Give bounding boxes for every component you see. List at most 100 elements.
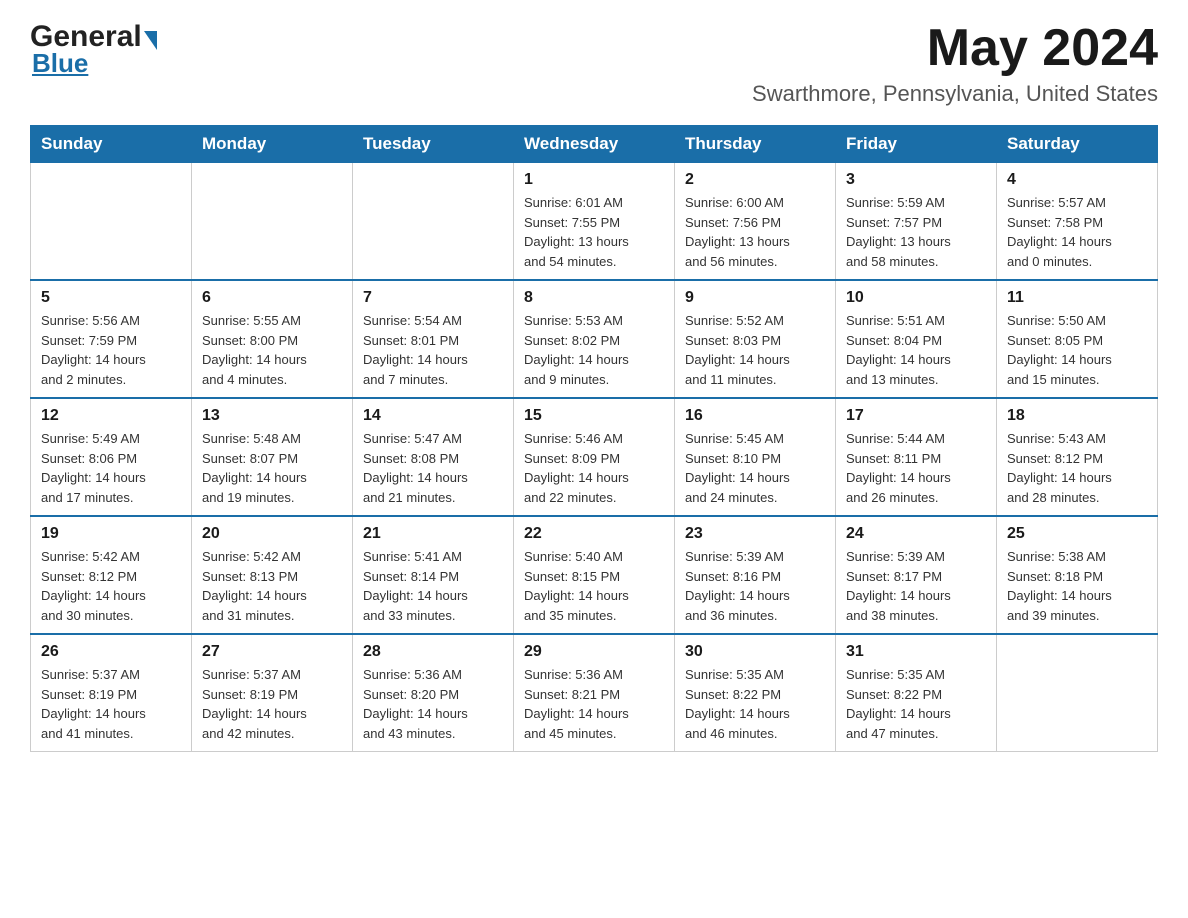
day-info: Sunrise: 5:35 AM Sunset: 8:22 PM Dayligh… [685,665,825,743]
calendar-cell: 1 Sunrise: 6:01 AM Sunset: 7:55 PM Daylig… [514,163,675,281]
calendar-cell: 26 Sunrise: 5:37 AM Sunset: 8:19 PM Dayli… [31,634,192,752]
calendar-cell: 10 Sunrise: 5:51 AM Sunset: 8:04 PM Dayli… [836,280,997,398]
weekday-header-saturday: Saturday [997,126,1158,163]
calendar-cell [997,634,1158,752]
calendar-cell: 15 Sunrise: 5:46 AM Sunset: 8:09 PM Dayli… [514,398,675,516]
day-info: Sunrise: 5:37 AM Sunset: 8:19 PM Dayligh… [202,665,342,743]
weekday-header-thursday: Thursday [675,126,836,163]
calendar-cell: 17 Sunrise: 5:44 AM Sunset: 8:11 PM Dayli… [836,398,997,516]
calendar-cell: 7Sunrise: 5:54 AM Sunset: 8:01 PM Daylig… [353,280,514,398]
day-number: 28 [363,643,503,661]
calendar-cell: 14Sunrise: 5:47 AM Sunset: 8:08 PM Dayli… [353,398,514,516]
day-number: 26 [41,643,181,661]
calendar-week-row: 1 Sunrise: 6:01 AM Sunset: 7:55 PM Daylig… [31,163,1158,281]
day-number: 7 [363,289,503,307]
day-number: 8 [524,289,664,307]
calendar-week-row: 5Sunrise: 5:56 AM Sunset: 7:59 PM Daylig… [31,280,1158,398]
day-number: 2 [685,171,825,189]
day-info: Sunrise: 6:00 AM Sunset: 7:56 PM Dayligh… [685,193,825,271]
day-info: Sunrise: 5:53 AM Sunset: 8:02 PM Dayligh… [524,311,664,389]
day-number: 15 [524,407,664,425]
calendar-cell: 2 Sunrise: 6:00 AM Sunset: 7:56 PM Daylig… [675,163,836,281]
day-number: 1 [524,171,664,189]
calendar-cell: 4 Sunrise: 5:57 AM Sunset: 7:58 PM Daylig… [997,163,1158,281]
calendar-cell: 29Sunrise: 5:36 AM Sunset: 8:21 PM Dayli… [514,634,675,752]
day-info: Sunrise: 5:44 AM Sunset: 8:11 PM Dayligh… [846,429,986,507]
calendar-cell: 18Sunrise: 5:43 AM Sunset: 8:12 PM Dayli… [997,398,1158,516]
calendar-cell: 19Sunrise: 5:42 AM Sunset: 8:12 PM Dayli… [31,516,192,634]
day-number: 20 [202,525,342,543]
logo: General Blue [30,20,159,79]
calendar-cell: 30 Sunrise: 5:35 AM Sunset: 8:22 PM Dayli… [675,634,836,752]
calendar-cell: 12Sunrise: 5:49 AM Sunset: 8:06 PM Dayli… [31,398,192,516]
location-subtitle: Swarthmore, Pennsylvania, United States [752,81,1158,107]
day-number: 30 [685,643,825,661]
day-number: 5 [41,289,181,307]
day-number: 27 [202,643,342,661]
day-number: 22 [524,525,664,543]
day-info: Sunrise: 5:45 AM Sunset: 8:10 PM Dayligh… [685,429,825,507]
calendar-cell: 23Sunrise: 5:39 AM Sunset: 8:16 PM Dayli… [675,516,836,634]
day-info: Sunrise: 5:39 AM Sunset: 8:16 PM Dayligh… [685,547,825,625]
calendar-cell: 8 Sunrise: 5:53 AM Sunset: 8:02 PM Daylig… [514,280,675,398]
day-info: Sunrise: 5:41 AM Sunset: 8:14 PM Dayligh… [363,547,503,625]
day-info: Sunrise: 5:40 AM Sunset: 8:15 PM Dayligh… [524,547,664,625]
calendar-cell: 20 Sunrise: 5:42 AM Sunset: 8:13 PM Dayli… [192,516,353,634]
calendar-cell [31,163,192,281]
day-number: 14 [363,407,503,425]
day-number: 16 [685,407,825,425]
calendar-week-row: 19Sunrise: 5:42 AM Sunset: 8:12 PM Dayli… [31,516,1158,634]
logo-blue-text: Blue [32,48,88,78]
day-number: 13 [202,407,342,425]
weekday-header-monday: Monday [192,126,353,163]
day-number: 3 [846,171,986,189]
calendar-cell: 16 Sunrise: 5:45 AM Sunset: 8:10 PM Dayli… [675,398,836,516]
day-number: 9 [685,289,825,307]
calendar-week-row: 12Sunrise: 5:49 AM Sunset: 8:06 PM Dayli… [31,398,1158,516]
day-info: Sunrise: 5:36 AM Sunset: 8:20 PM Dayligh… [363,665,503,743]
day-info: Sunrise: 5:37 AM Sunset: 8:19 PM Dayligh… [41,665,181,743]
header: General Blue May 2024 Swarthmore, Pennsy… [30,20,1158,107]
calendar-cell: 27 Sunrise: 5:37 AM Sunset: 8:19 PM Dayli… [192,634,353,752]
weekday-header-sunday: Sunday [31,126,192,163]
logo-triangle-icon [144,31,157,50]
weekday-header-row: SundayMondayTuesdayWednesdayThursdayFrid… [31,126,1158,163]
calendar-cell: 11 Sunrise: 5:50 AM Sunset: 8:05 PM Dayli… [997,280,1158,398]
weekday-header-tuesday: Tuesday [353,126,514,163]
calendar-cell: 5Sunrise: 5:56 AM Sunset: 7:59 PM Daylig… [31,280,192,398]
day-number: 17 [846,407,986,425]
calendar-cell: 25 Sunrise: 5:38 AM Sunset: 8:18 PM Dayli… [997,516,1158,634]
day-number: 18 [1007,407,1147,425]
day-number: 10 [846,289,986,307]
day-info: Sunrise: 5:38 AM Sunset: 8:18 PM Dayligh… [1007,547,1147,625]
weekday-header-friday: Friday [836,126,997,163]
day-number: 29 [524,643,664,661]
day-info: Sunrise: 5:42 AM Sunset: 8:13 PM Dayligh… [202,547,342,625]
calendar-week-row: 26 Sunrise: 5:37 AM Sunset: 8:19 PM Dayli… [31,634,1158,752]
calendar-cell: 28 Sunrise: 5:36 AM Sunset: 8:20 PM Dayli… [353,634,514,752]
calendar-cell: 6Sunrise: 5:55 AM Sunset: 8:00 PM Daylig… [192,280,353,398]
calendar-cell: 3Sunrise: 5:59 AM Sunset: 7:57 PM Daylig… [836,163,997,281]
title-area: May 2024 Swarthmore, Pennsylvania, Unite… [752,20,1158,107]
day-number: 11 [1007,289,1147,307]
day-number: 19 [41,525,181,543]
weekday-header-wednesday: Wednesday [514,126,675,163]
day-number: 21 [363,525,503,543]
day-info: Sunrise: 5:39 AM Sunset: 8:17 PM Dayligh… [846,547,986,625]
day-info: Sunrise: 5:51 AM Sunset: 8:04 PM Dayligh… [846,311,986,389]
day-info: Sunrise: 6:01 AM Sunset: 7:55 PM Dayligh… [524,193,664,271]
day-info: Sunrise: 5:50 AM Sunset: 8:05 PM Dayligh… [1007,311,1147,389]
day-info: Sunrise: 5:46 AM Sunset: 8:09 PM Dayligh… [524,429,664,507]
day-number: 24 [846,525,986,543]
day-info: Sunrise: 5:57 AM Sunset: 7:58 PM Dayligh… [1007,193,1147,271]
month-year-title: May 2024 [752,20,1158,77]
day-number: 4 [1007,171,1147,189]
day-info: Sunrise: 5:52 AM Sunset: 8:03 PM Dayligh… [685,311,825,389]
day-number: 31 [846,643,986,661]
day-number: 6 [202,289,342,307]
calendar-cell: 31 Sunrise: 5:35 AM Sunset: 8:22 PM Dayli… [836,634,997,752]
day-info: Sunrise: 5:35 AM Sunset: 8:22 PM Dayligh… [846,665,986,743]
day-info: Sunrise: 5:48 AM Sunset: 8:07 PM Dayligh… [202,429,342,507]
day-number: 25 [1007,525,1147,543]
calendar-table: SundayMondayTuesdayWednesdayThursdayFrid… [30,125,1158,752]
